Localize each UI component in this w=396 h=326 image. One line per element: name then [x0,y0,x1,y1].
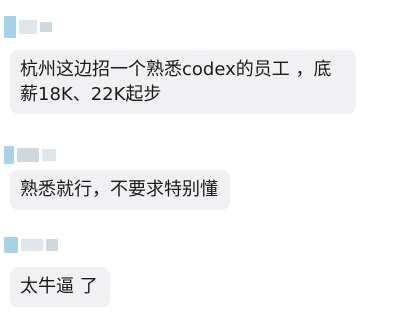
avatar-blur-block [4,16,16,38]
sender-avatar-blurred [4,14,52,40]
name-blur-block [40,22,52,32]
message-bubble[interactable]: 杭州这边招一个熟悉codex的员工 ，底薪18K、22K起步 [10,50,356,114]
message-bubble[interactable]: 太牛逼 了 [10,267,110,307]
name-blur-block [46,239,58,251]
message-text: 熟悉就行，不要求特别懂 [20,179,218,200]
sender-avatar-blurred [4,142,56,168]
avatar-blur-block [4,146,14,164]
avatar-blur-block [4,237,18,253]
message-text: 太牛逼 了 [20,276,98,297]
message-text: 杭州这边招一个熟悉codex的员工 ，底薪18K、22K起步 [20,59,332,105]
name-blur-block [21,239,43,251]
name-blur-block [19,20,37,34]
message-bubble[interactable]: 熟悉就行，不要求特别懂 [10,170,230,210]
sender-avatar-blurred [4,232,58,258]
name-blur-block [42,149,56,161]
name-blur-block [17,148,39,162]
